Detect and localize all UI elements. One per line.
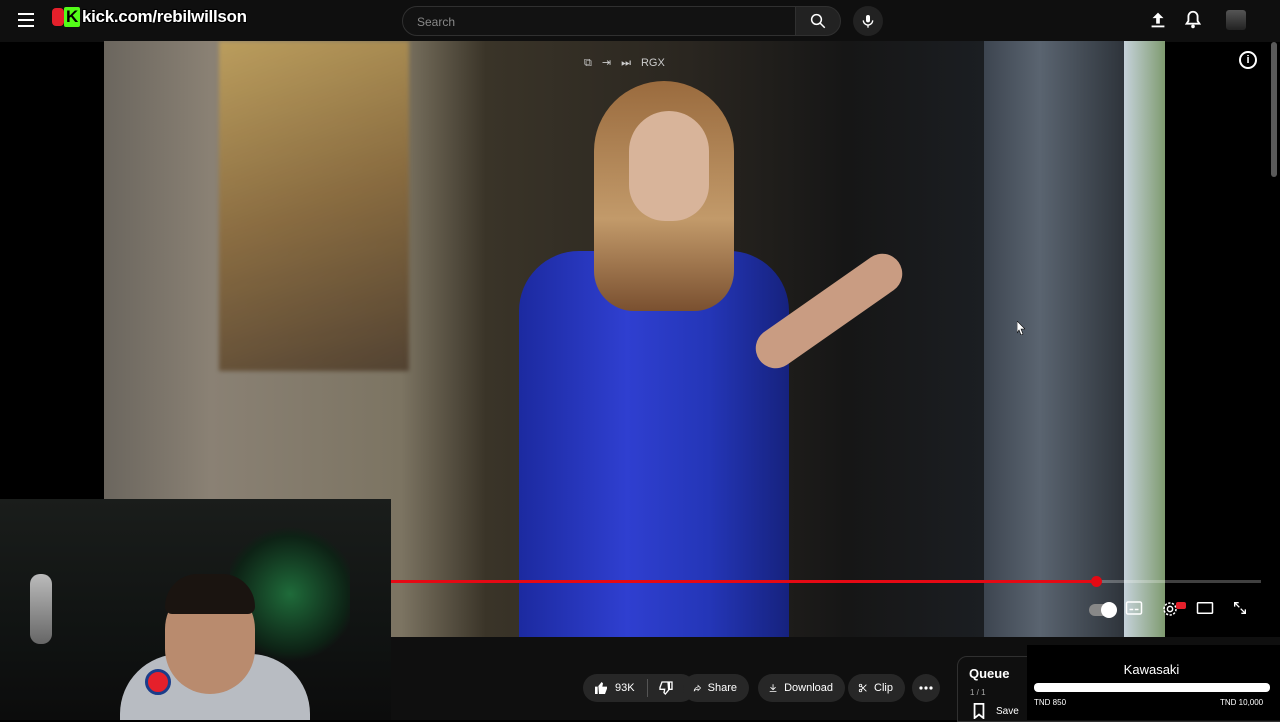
download-icon <box>769 684 777 692</box>
share-label: Share <box>707 682 737 694</box>
notifications-button[interactable] <box>1182 9 1206 33</box>
menu-icon[interactable] <box>18 13 34 27</box>
rgx-badge[interactable]: RGX <box>641 57 665 69</box>
mouse-cursor-icon <box>1017 321 1025 335</box>
page-scrollbar[interactable] <box>1271 42 1277 177</box>
search-icon <box>810 13 826 29</box>
queue-save-label: Save <box>996 705 1019 717</box>
webcam-hair <box>165 574 255 614</box>
skip-icon[interactable]: ⏭ <box>621 57 631 70</box>
search-input[interactable] <box>415 14 779 30</box>
donation-goal-bar <box>1034 683 1270 692</box>
donation-current: TND 850 <box>1034 698 1067 707</box>
captions-icon <box>1125 601 1143 615</box>
webcam-shirt-logo <box>145 669 171 695</box>
like-icon[interactable] <box>593 680 609 696</box>
webcam-microphone <box>30 574 52 644</box>
more-icon <box>919 686 933 690</box>
channel-handle-overlay: Kkick.com/rebilwillson <box>64 7 247 27</box>
video-subject-face <box>629 111 709 221</box>
fullscreen-icon <box>1234 602 1246 614</box>
captions-button[interactable] <box>1125 600 1147 620</box>
channel-handle-text: kick.com/rebilwillson <box>81 7 247 26</box>
progress-bar[interactable] <box>391 576 1261 587</box>
progress-fill <box>391 580 1096 583</box>
queue-save-button[interactable]: Save <box>972 703 1019 719</box>
donation-goal-amount: TND 10,000 <box>1220 698 1264 707</box>
share-button[interactable]: Share <box>683 674 749 702</box>
kick-k-badge: K <box>64 7 80 27</box>
donation-goal-title: Kawasaki <box>1123 662 1180 677</box>
download-label: Download <box>784 682 833 694</box>
theater-mode-button[interactable] <box>1196 600 1218 620</box>
bookmark-icon <box>973 703 985 719</box>
account-avatar[interactable] <box>1226 10 1246 30</box>
share-icon <box>693 684 702 692</box>
clip-button[interactable]: Clip <box>848 674 905 702</box>
like-divider <box>646 679 648 697</box>
search-button[interactable] <box>795 6 841 36</box>
streamer-webcam <box>0 499 391 720</box>
bell-icon <box>1184 10 1202 29</box>
kick-logo <box>52 8 64 26</box>
hd-badge <box>1176 602 1186 609</box>
popout-icon[interactable]: ⧉ <box>584 57 592 70</box>
info-icon[interactable]: i <box>1239 51 1257 69</box>
fullscreen-button[interactable] <box>1232 600 1254 620</box>
theater-icon <box>1196 602 1214 614</box>
progress-scrubber[interactable] <box>1091 576 1102 587</box>
extension-overlay-controls: ⧉ ⇥ ⏭ RGX <box>584 53 724 71</box>
queue-position: 1 / 1 <box>970 688 986 697</box>
enter-icon[interactable]: ⇥ <box>602 56 611 69</box>
like-dislike-group: 93K <box>583 674 695 702</box>
clip-icon <box>858 683 867 693</box>
voice-search-button[interactable] <box>853 6 883 36</box>
autoplay-toggle[interactable] <box>1089 602 1117 618</box>
download-button[interactable]: Download <box>758 674 845 702</box>
more-actions-button[interactable] <box>912 674 940 702</box>
mic-icon <box>862 15 874 28</box>
queue-title: Queue <box>969 666 1010 681</box>
upload-button[interactable] <box>1147 9 1171 33</box>
dislike-icon[interactable] <box>658 680 674 696</box>
upload-icon <box>1151 12 1165 28</box>
background-painting <box>219 41 409 371</box>
background-door <box>984 41 1124 637</box>
clip-label: Clip <box>874 682 893 694</box>
search-box[interactable] <box>402 6 796 36</box>
like-count[interactable]: 93K <box>615 682 635 694</box>
